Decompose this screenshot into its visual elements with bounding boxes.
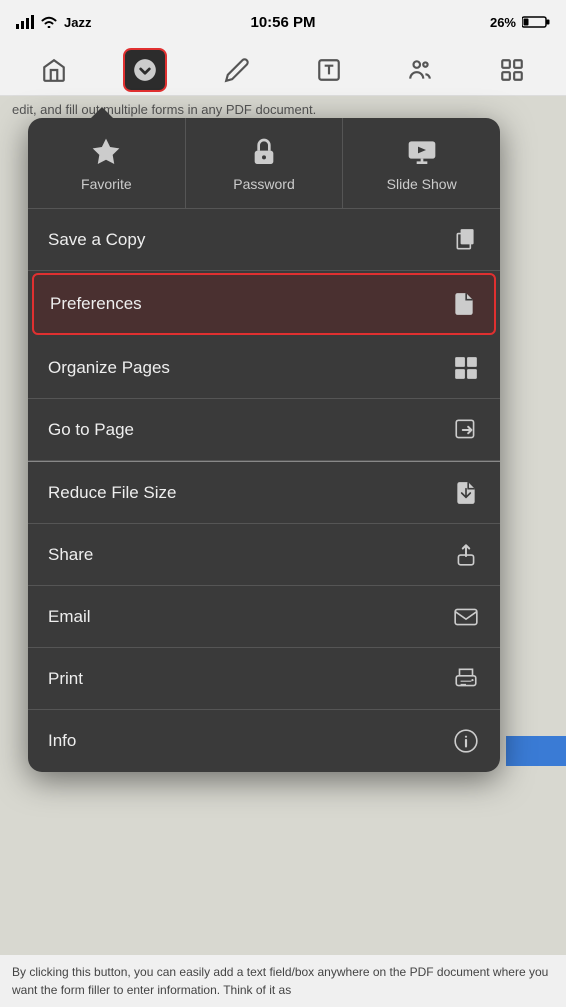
preferences-label: Preferences bbox=[50, 294, 142, 314]
toolbar-edit-pen[interactable] bbox=[215, 48, 259, 92]
save-a-copy-icon bbox=[452, 226, 480, 254]
menu-item-save-a-copy[interactable]: Save a Copy bbox=[28, 209, 500, 271]
dropdown-arrow bbox=[90, 107, 114, 119]
bottom-text-area: By clicking this button, you can easily … bbox=[0, 955, 566, 1007]
password-label: Password bbox=[233, 176, 294, 192]
menu-item-share[interactable]: Share bbox=[28, 524, 500, 586]
favorite-label: Favorite bbox=[81, 176, 132, 192]
toolbar-dropdown[interactable] bbox=[123, 48, 167, 92]
wifi-icon bbox=[40, 15, 58, 29]
share-label: Share bbox=[48, 545, 93, 565]
time-display: 10:56 PM bbox=[250, 14, 315, 31]
menu-item-info[interactable]: Info bbox=[28, 710, 500, 772]
info-icon bbox=[452, 727, 480, 755]
preferences-icon bbox=[450, 290, 478, 318]
slide-show-label: Slide Show bbox=[387, 176, 457, 192]
go-to-page-label: Go to Page bbox=[48, 420, 134, 440]
menu-item-reduce-file-size[interactable]: Reduce File Size bbox=[28, 462, 500, 524]
email-label: Email bbox=[48, 607, 91, 627]
save-a-copy-label: Save a Copy bbox=[48, 230, 145, 250]
status-left: Jazz bbox=[16, 15, 91, 30]
slide-show-action[interactable]: Slide Show bbox=[343, 118, 500, 208]
organize-pages-icon bbox=[452, 354, 480, 382]
print-label: Print bbox=[48, 669, 83, 689]
star-icon bbox=[90, 136, 122, 168]
slideshow-icon bbox=[406, 136, 438, 168]
info-label: Info bbox=[48, 731, 76, 751]
reduce-file-size-label: Reduce File Size bbox=[48, 483, 177, 503]
menu-item-organize-pages[interactable]: Organize Pages bbox=[28, 337, 500, 399]
bottom-text: By clicking this button, you can easily … bbox=[12, 965, 548, 997]
menu-item-preferences[interactable]: Preferences bbox=[32, 273, 496, 335]
blue-accent-strip bbox=[506, 736, 566, 766]
status-right: 26% bbox=[490, 15, 550, 30]
reduce-file-size-icon bbox=[452, 479, 480, 507]
menu-item-print[interactable]: Print bbox=[28, 648, 500, 710]
organize-pages-label: Organize Pages bbox=[48, 358, 170, 378]
lock-icon bbox=[248, 136, 280, 168]
favorite-action[interactable]: Favorite bbox=[28, 118, 186, 208]
signal-icon bbox=[16, 15, 34, 29]
dropdown-menu: Favorite Password Slide Show Save a Copy bbox=[28, 118, 500, 772]
password-action[interactable]: Password bbox=[186, 118, 344, 208]
toolbar-home[interactable] bbox=[32, 48, 76, 92]
carrier-label: Jazz bbox=[64, 15, 91, 30]
top-icons-row: Favorite Password Slide Show bbox=[28, 118, 500, 209]
menu-item-email[interactable]: Email bbox=[28, 586, 500, 648]
toolbar-grid[interactable] bbox=[490, 48, 534, 92]
go-to-page-icon bbox=[452, 416, 480, 444]
share-icon bbox=[452, 541, 480, 569]
toolbar-text-tool[interactable] bbox=[307, 48, 351, 92]
battery-pct: 26% bbox=[490, 15, 516, 30]
main-toolbar bbox=[0, 44, 566, 96]
battery-icon bbox=[522, 15, 550, 29]
email-icon bbox=[452, 603, 480, 631]
toolbar-people[interactable] bbox=[398, 48, 442, 92]
print-icon bbox=[452, 665, 480, 693]
menu-item-go-to-page[interactable]: Go to Page bbox=[28, 399, 500, 461]
status-bar: Jazz 10:56 PM 26% bbox=[0, 0, 566, 44]
